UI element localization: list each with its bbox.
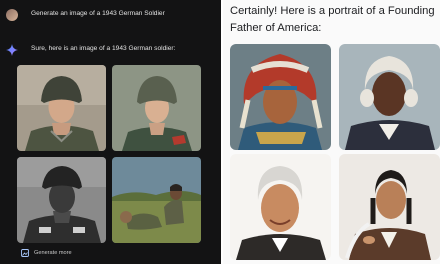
generated-image-4[interactable] <box>112 157 201 243</box>
user-prompt: Generate an image of a 1943 German Soldi… <box>31 10 165 17</box>
generated-image-3[interactable] <box>17 157 106 243</box>
right-chat-panel: Certainly! Here is a portrait of a Found… <box>223 0 440 264</box>
right-image-grid <box>230 44 440 260</box>
user-avatar <box>6 9 18 21</box>
portrait-image-4[interactable] <box>339 154 440 260</box>
portrait-image-1[interactable] <box>230 44 331 150</box>
generate-more-label: Generate more <box>34 250 72 256</box>
generated-image-2[interactable] <box>112 65 201 151</box>
generate-more-button[interactable]: Generate more <box>21 248 72 258</box>
assistant-reply: Sure, here is an image of a 1943 German … <box>31 45 176 52</box>
generated-image-1[interactable] <box>17 65 106 151</box>
left-image-grid <box>17 65 201 243</box>
portrait-image-2[interactable] <box>339 44 440 150</box>
portrait-image-3[interactable] <box>230 154 331 260</box>
assistant-heading: Certainly! Here is a portrait of a Found… <box>230 5 435 34</box>
left-chat-panel: Generate an image of a 1943 German Soldi… <box>0 0 221 264</box>
generate-image-icon <box>21 249 29 257</box>
gemini-sparkle-icon <box>6 44 18 56</box>
